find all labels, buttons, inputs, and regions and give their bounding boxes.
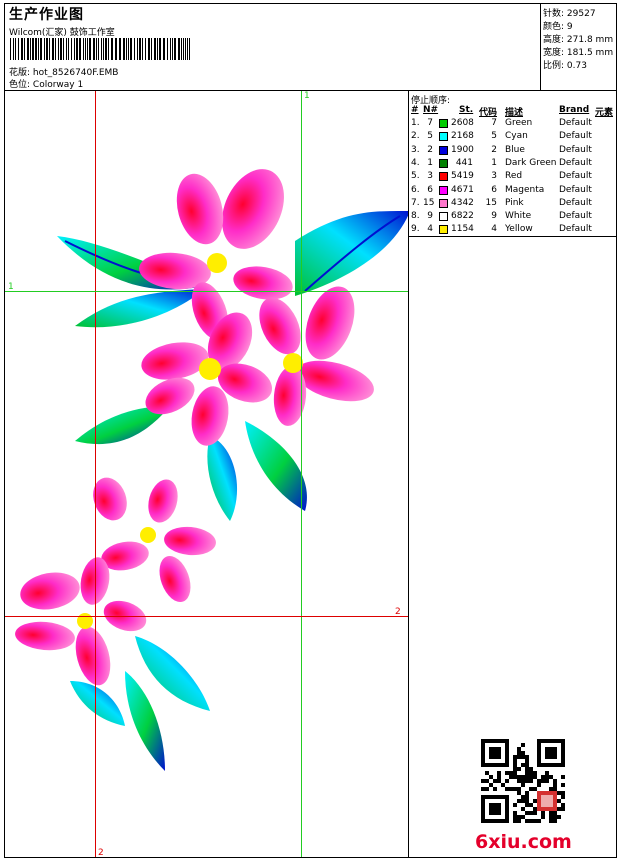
stop-stitches: 1154 bbox=[451, 224, 474, 235]
stat-height: 高度: 271.8 mm bbox=[543, 35, 614, 45]
stop-index: 3. bbox=[411, 144, 420, 155]
col-header-stitches: St. bbox=[459, 105, 474, 115]
colorway-line: 色位: Colorway 1 bbox=[9, 77, 83, 90]
stop-index: 5. bbox=[411, 171, 420, 182]
guide-label-right: 2 bbox=[395, 607, 401, 617]
stop-stitches: 5419 bbox=[451, 171, 474, 182]
stop-description: Cyan bbox=[505, 131, 528, 142]
stop-needle: 9 bbox=[427, 211, 433, 222]
col-header-needle: N# bbox=[423, 105, 439, 115]
guide-label-top: 1 bbox=[304, 91, 310, 101]
stop-stitches: 6822 bbox=[451, 211, 474, 222]
color-swatch bbox=[439, 158, 448, 168]
page-title: 生产作业图 bbox=[9, 7, 84, 23]
stop-brand: Default bbox=[559, 197, 592, 208]
colorway-label: 色位: bbox=[9, 80, 31, 90]
embroidery-artwork bbox=[15, 169, 409, 771]
color-swatch bbox=[439, 225, 448, 235]
color-swatch bbox=[439, 185, 448, 195]
stop-stitches: 1900 bbox=[451, 144, 474, 155]
qr-code bbox=[481, 739, 565, 823]
color-swatch bbox=[439, 212, 448, 222]
stop-description: Pink bbox=[505, 197, 524, 208]
color-swatch bbox=[439, 198, 448, 208]
stop-description: White bbox=[505, 211, 532, 222]
company-name: Wilcom(汇家) 鼓饰工作室 bbox=[9, 28, 115, 38]
stop-stitches: 4671 bbox=[451, 184, 474, 195]
stop-brand: Default bbox=[559, 144, 592, 155]
col-header-brand: Brand bbox=[559, 105, 590, 115]
stop-stitches: 441 bbox=[455, 157, 473, 168]
stop-index: 4. bbox=[411, 157, 420, 168]
stop-stitches: 4342 bbox=[451, 197, 474, 208]
stop-description: Yellow bbox=[505, 224, 533, 235]
stop-brand: Default bbox=[559, 118, 592, 128]
stop-brand: Default bbox=[559, 211, 592, 222]
color-swatch bbox=[439, 172, 448, 182]
guide-horizontal-2 bbox=[5, 616, 409, 617]
stop-code: 9 bbox=[491, 211, 497, 222]
color-swatch bbox=[439, 132, 448, 142]
stop-description: Dark Green bbox=[505, 157, 557, 168]
color-swatch bbox=[439, 119, 448, 128]
stop-needle: 2 bbox=[427, 144, 433, 155]
stat-width: 宽度: 181.5 mm bbox=[543, 48, 614, 58]
stop-description: Red bbox=[505, 171, 523, 182]
stop-code: 3 bbox=[491, 171, 497, 182]
header-info: 生产作业图 Wilcom(汇家) 鼓饰工作室 花版: hot_8526740F.… bbox=[7, 4, 541, 90]
col-header-index: # bbox=[411, 105, 419, 115]
stop-code: 7 bbox=[491, 118, 497, 128]
guide-vertical-2 bbox=[95, 91, 96, 857]
col-header-element: 元素 bbox=[595, 108, 614, 118]
stop-needle: 7 bbox=[427, 118, 433, 128]
stop-needle: 5 bbox=[427, 131, 433, 142]
stop-brand: Default bbox=[559, 171, 592, 182]
stop-stitches: 2608 bbox=[451, 118, 474, 128]
stop-index: 8. bbox=[411, 211, 420, 222]
stop-description: Blue bbox=[505, 144, 525, 155]
stop-index: 6. bbox=[411, 184, 420, 195]
stop-code: 4 bbox=[491, 224, 497, 235]
stop-brand: Default bbox=[559, 157, 592, 168]
stop-needle: 6 bbox=[427, 184, 433, 195]
stop-description: Green bbox=[505, 118, 533, 128]
color-swatch bbox=[439, 145, 448, 155]
guide-label-left: 1 bbox=[8, 282, 14, 292]
stop-index: 2. bbox=[411, 131, 420, 142]
stop-stitches: 2168 bbox=[451, 131, 474, 142]
embroidery-preview: 1 1 2 2 bbox=[5, 91, 409, 857]
stat-scale: 比例: 0.73 bbox=[543, 61, 587, 71]
stop-code: 5 bbox=[491, 131, 497, 142]
col-header-description: 描述 bbox=[505, 108, 524, 118]
stop-brand: Default bbox=[559, 224, 592, 235]
stats-panel: 针数: 29527 颜色: 9 高度: 271.8 mm 宽度: 181.5 m… bbox=[540, 4, 617, 90]
stop-index: 7. bbox=[411, 197, 420, 208]
stop-needle: 4 bbox=[427, 224, 433, 235]
stat-colors: 颜色: 9 bbox=[543, 22, 573, 32]
stop-index: 1. bbox=[411, 118, 420, 128]
stop-sequence-table: 停止顺序: # N# St. 代码 描述 Brand 元素 1. 7 2608 7 Gr… bbox=[409, 91, 617, 237]
colorway-name: Colorway 1 bbox=[32, 80, 84, 90]
production-sheet: 生产作业图 Wilcom(汇家) 鼓饰工作室 花版: hot_8526740F.… bbox=[4, 3, 617, 858]
stop-needle: 1 bbox=[427, 157, 433, 168]
guide-vertical-1 bbox=[301, 91, 302, 857]
stop-needle: 3 bbox=[427, 171, 433, 182]
barcode bbox=[10, 38, 190, 60]
stop-index: 9. bbox=[411, 224, 420, 235]
guide-label-bottom: 2 bbox=[98, 848, 104, 857]
stat-stitches: 针数: 29527 bbox=[543, 9, 596, 19]
stop-code: 2 bbox=[491, 144, 497, 155]
guide-horizontal-1 bbox=[5, 291, 409, 292]
stop-brand: Default bbox=[559, 184, 592, 195]
stop-brand: Default bbox=[559, 131, 592, 142]
col-header-code: 代码 bbox=[479, 108, 498, 118]
stop-code: 6 bbox=[491, 184, 497, 195]
stop-code: 15 bbox=[485, 197, 497, 208]
stop-needle: 15 bbox=[423, 197, 435, 208]
stop-description: Magenta bbox=[505, 184, 545, 195]
brand-watermark: 6xiu.com bbox=[475, 831, 572, 853]
stop-code: 1 bbox=[491, 157, 497, 168]
